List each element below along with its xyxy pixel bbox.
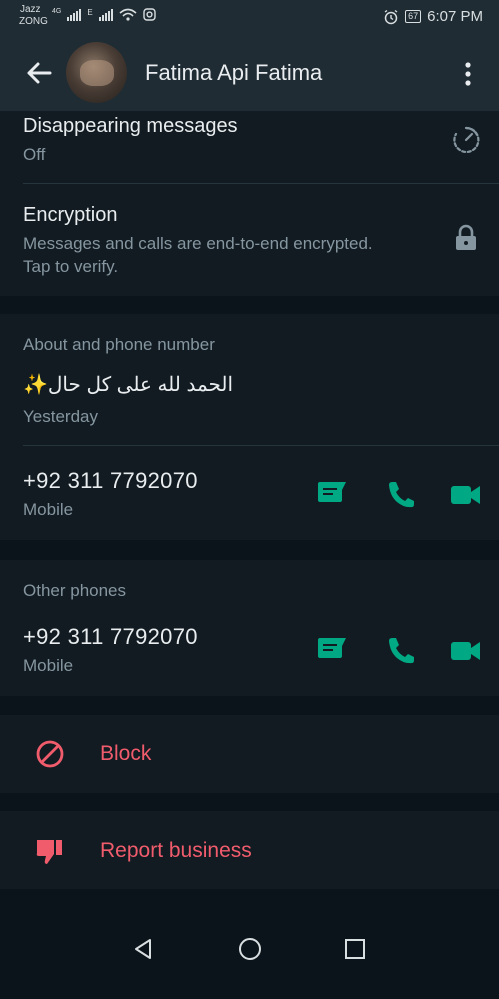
network-type-2: E bbox=[87, 8, 93, 17]
other-phone-number: +92 311 7792070 bbox=[23, 624, 198, 649]
avatar[interactable] bbox=[66, 42, 127, 103]
encryption-desc-line2: Tap to verify. bbox=[23, 257, 119, 276]
message-icon[interactable] bbox=[316, 480, 350, 510]
other-phones-heading: Other phones bbox=[23, 581, 127, 600]
block-label: Block bbox=[100, 742, 152, 765]
clock: 6:07 PM bbox=[427, 8, 483, 25]
network-type-1: 4G bbox=[52, 8, 62, 15]
about-heading: About and phone number bbox=[23, 335, 215, 354]
instagram-icon bbox=[142, 8, 156, 21]
video-call-icon[interactable] bbox=[449, 480, 483, 510]
block-button[interactable]: Block bbox=[0, 715, 499, 793]
status-bar: Jazz ZONG 4G E 67 6:07 PM bbox=[0, 0, 499, 36]
other-phones-section: Other phones +92 311 7792070 Mobile bbox=[0, 560, 499, 696]
disappearing-title: Disappearing messages bbox=[23, 115, 238, 137]
phone-number: +92 311 7792070 bbox=[23, 468, 198, 493]
battery-icon: 67 bbox=[405, 10, 422, 23]
thumbs-down-icon bbox=[36, 840, 62, 864]
other-phone-type: Mobile bbox=[23, 656, 74, 675]
nav-home-icon[interactable] bbox=[237, 936, 263, 962]
signal-icons: 4G E bbox=[52, 8, 156, 21]
about-status-text: الحمد لله على كل حال✨ bbox=[23, 374, 234, 396]
encryption-row[interactable]: Encryption Messages and calls are end-to… bbox=[0, 184, 499, 284]
alarm-icon bbox=[384, 9, 398, 24]
phone-call-icon[interactable] bbox=[384, 636, 418, 666]
phone-row[interactable]: +92 311 7792070 Mobile bbox=[0, 446, 499, 540]
carrier-labels: Jazz ZONG bbox=[19, 4, 48, 28]
about-status-time: Yesterday bbox=[23, 407, 98, 426]
carrier-1: Jazz bbox=[20, 4, 41, 15]
disappearing-messages-row[interactable]: Disappearing messages Off bbox=[0, 111, 499, 183]
privacy-section: Disappearing messages Off Encryption Mes… bbox=[0, 111, 499, 296]
status-right: 67 6:07 PM bbox=[383, 8, 483, 25]
nav-back-icon[interactable] bbox=[131, 937, 155, 961]
block-icon bbox=[36, 740, 64, 768]
wifi-icon bbox=[119, 8, 137, 21]
disappearing-value: Off bbox=[23, 145, 46, 164]
about-section: About and phone number الحمد لله على كل … bbox=[0, 314, 499, 540]
encryption-title: Encryption bbox=[23, 204, 118, 226]
report-label: Report business bbox=[100, 839, 252, 862]
phone-call-icon[interactable] bbox=[384, 480, 418, 510]
timer-icon bbox=[453, 126, 480, 154]
about-row[interactable]: الحمد لله على كل حال✨ Yesterday bbox=[0, 364, 499, 444]
message-icon[interactable] bbox=[316, 636, 350, 666]
encryption-desc-line1: Messages and calls are end-to-end encryp… bbox=[23, 234, 373, 253]
other-phone-row[interactable]: +92 311 7792070 Mobile bbox=[0, 610, 499, 696]
app-bar: Fatima Api Fatima bbox=[0, 36, 499, 111]
signal-icon bbox=[67, 9, 82, 21]
report-business-button[interactable]: Report business bbox=[0, 811, 499, 889]
more-options-icon[interactable] bbox=[454, 60, 482, 88]
lock-icon bbox=[456, 224, 476, 250]
nav-recents-icon[interactable] bbox=[344, 938, 366, 960]
phone-type: Mobile bbox=[23, 500, 74, 519]
contact-name[interactable]: Fatima Api Fatima bbox=[145, 60, 322, 86]
video-call-icon[interactable] bbox=[449, 636, 483, 666]
carrier-2: ZONG bbox=[19, 16, 48, 27]
system-nav-bar bbox=[0, 936, 499, 999]
signal-icon-2 bbox=[98, 9, 113, 21]
back-arrow-icon[interactable] bbox=[22, 56, 56, 90]
